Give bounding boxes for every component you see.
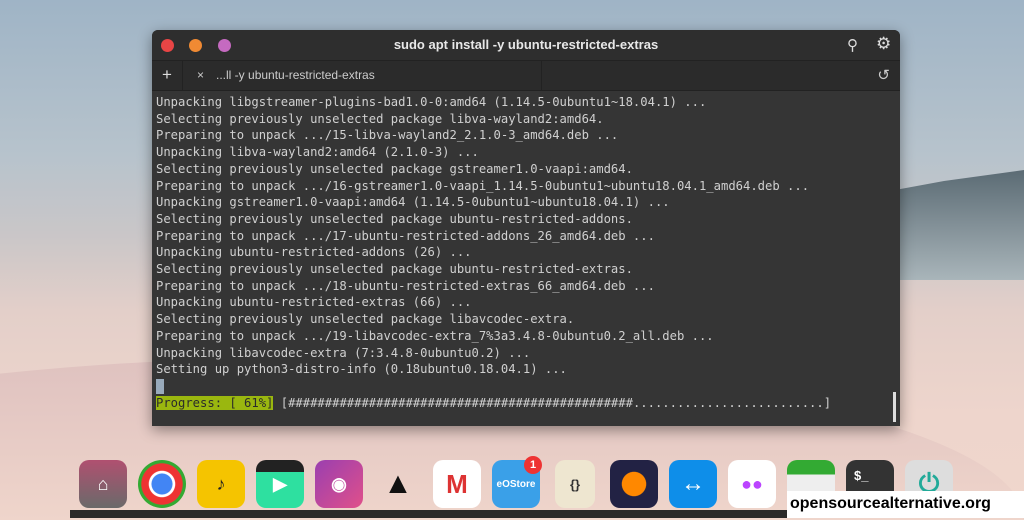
dock-appcenter[interactable]: eOStore 1: [492, 456, 542, 508]
dock-chrome[interactable]: [138, 460, 186, 508]
tab-label: ...ll -y ubuntu-restricted-extras: [216, 68, 375, 82]
dock-inkscape[interactable]: ▲: [374, 460, 422, 508]
search-icon[interactable]: ⚲: [847, 36, 858, 54]
terminal-window: sudo apt install -y ubuntu-restricted-ex…: [152, 30, 900, 426]
terminal-line: Selecting previously unselected package …: [156, 211, 633, 226]
terminal-line: Selecting previously unselected package …: [156, 111, 604, 126]
update-badge: 1: [524, 456, 542, 474]
code-icon: {}: [569, 476, 581, 492]
terminal-line: Unpacking libavcodec-extra (7:3.4.8-0ubu…: [156, 345, 531, 360]
terminal-icon: $_: [854, 468, 869, 483]
terminal-line: Preparing to unpack .../17-ubuntu-restri…: [156, 228, 655, 243]
terminal-line: Selecting previously unselected package …: [156, 161, 633, 176]
title-bar: sudo apt install -y ubuntu-restricted-ex…: [152, 30, 900, 60]
terminal-line: Selecting previously unselected package …: [156, 312, 575, 327]
apps-icon: ●●: [741, 473, 763, 494]
taskbar-panel: [70, 510, 790, 518]
terminal-line: Unpacking libva-wayland2:amd64 (2.1.0-3)…: [156, 145, 479, 160]
dock-settings-apps[interactable]: ●●: [728, 460, 776, 508]
progress-label: Progress: [ 61%]: [156, 395, 274, 410]
new-tab-button[interactable]: +: [162, 65, 172, 85]
gear-icon[interactable]: ⚙: [876, 34, 891, 54]
arrows-icon: ↔: [681, 470, 705, 497]
dock-code[interactable]: {}: [555, 460, 595, 508]
dock-mail[interactable]: M: [433, 460, 481, 508]
dock-files[interactable]: ⌂: [79, 460, 127, 508]
dock-music[interactable]: ♪: [197, 460, 245, 508]
cursor: [156, 378, 164, 394]
progress-bar: [#######################################…: [273, 395, 832, 410]
terminal-line: Unpacking ubuntu-restricted-extras (66) …: [156, 295, 472, 310]
terminal-line: Selecting previously unselected package …: [156, 262, 633, 277]
tab-active[interactable]: × ...ll -y ubuntu-restricted-extras: [182, 61, 542, 91]
dock-camera[interactable]: ◉: [315, 460, 363, 508]
scrollbar[interactable]: [893, 392, 896, 422]
window-title: sudo apt install -y ubuntu-restricted-ex…: [393, 37, 659, 52]
play-icon: ▶: [273, 473, 287, 494]
watermark: opensourcealternative.org: [787, 491, 1024, 518]
tab-bar: + × ...ll -y ubuntu-restricted-extras ↺: [152, 60, 900, 91]
inkscape-icon: ▲: [383, 467, 413, 500]
home-icon: ⌂: [97, 473, 109, 494]
music-note-icon: ♪: [216, 473, 226, 494]
terminal-output[interactable]: Unpacking libgstreamer-plugins-bad1.0-0:…: [152, 91, 900, 414]
dock-teamviewer[interactable]: ↔: [669, 460, 717, 508]
close-tab-button[interactable]: ×: [197, 68, 204, 82]
terminal-line: Unpacking gstreamer1.0-vaapi:amd64 (1.14…: [156, 195, 670, 210]
camera-icon: ◉: [331, 473, 347, 494]
dock-video[interactable]: ▶: [256, 460, 304, 508]
terminal-line: Setting up python3-distro-info (0.18ubun…: [156, 362, 567, 377]
terminal-line: Preparing to unpack .../16-gstreamer1.0-…: [156, 178, 810, 193]
terminal-line: Preparing to unpack .../15-libva-wayland…: [156, 128, 619, 143]
terminal-line: Preparing to unpack .../18-ubuntu-restri…: [156, 278, 655, 293]
dock-audacity[interactable]: [610, 460, 658, 508]
terminal-line: Preparing to unpack .../19-libavcodec-ex…: [156, 328, 714, 343]
terminal-line: Unpacking ubuntu-restricted-addons (26) …: [156, 245, 472, 260]
progress-line: Progress: [ 61%] [######################…: [156, 395, 896, 412]
terminal-line: Unpacking libgstreamer-plugins-bad1.0-0:…: [156, 95, 707, 109]
history-icon[interactable]: ↺: [877, 66, 890, 84]
mail-icon: M: [446, 468, 468, 499]
store-label: eOStore: [496, 478, 536, 490]
